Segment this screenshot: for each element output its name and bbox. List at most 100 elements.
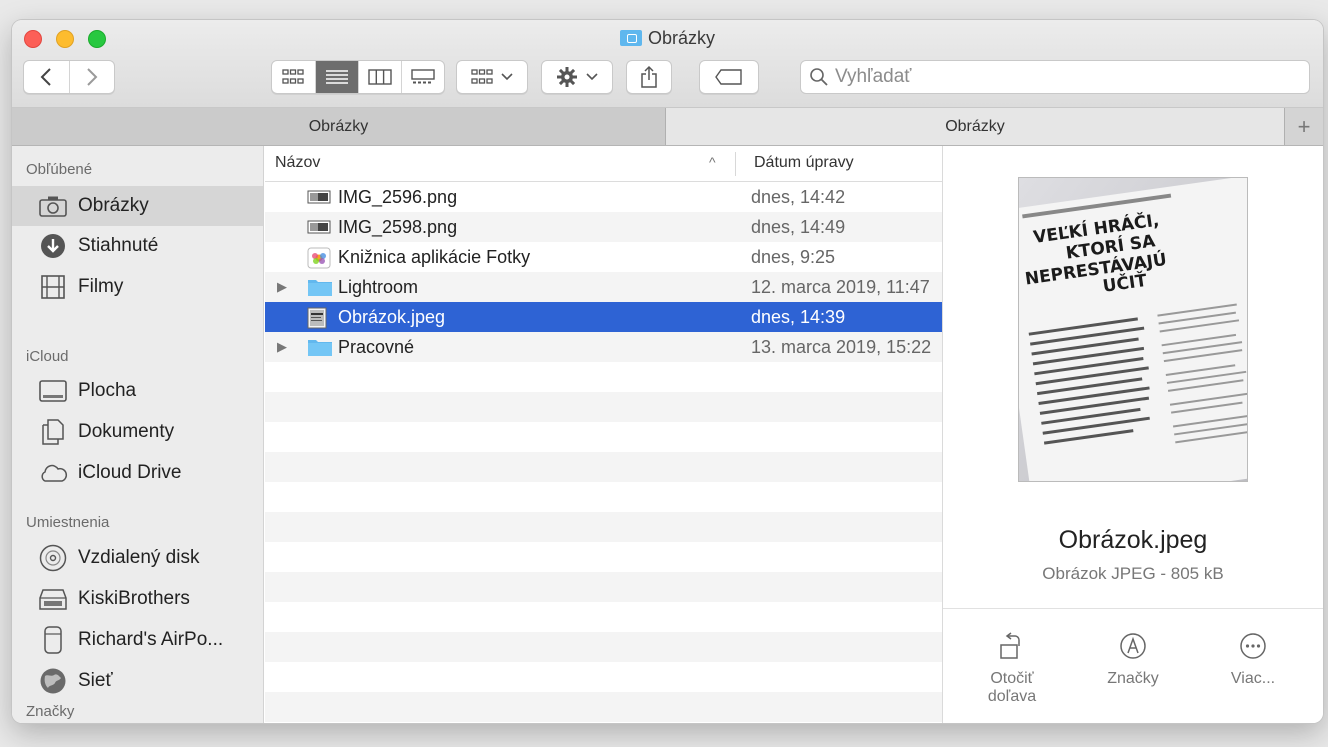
empty-row	[265, 632, 942, 662]
chevron-down-icon	[501, 73, 513, 81]
tab-label: Obrázky	[308, 117, 369, 135]
sort-ascending-icon: ^	[709, 154, 716, 170]
tag-button[interactable]	[699, 60, 759, 94]
empty-row	[265, 392, 942, 422]
sidebar-section-icloud: iCloud	[26, 348, 69, 365]
empty-row	[265, 422, 942, 452]
search-input[interactable]	[835, 66, 1295, 88]
search-field[interactable]	[800, 60, 1310, 94]
grid-icon	[282, 69, 305, 84]
more-button[interactable]: Viac...	[1198, 630, 1308, 688]
sidebar-item-label: Stiahnuté	[78, 235, 159, 256]
finder-window: Obrázky Vyhľadať Obrázky Obrázky + Obľúb…	[12, 20, 1323, 723]
sidebar: Obľúbené Obrázky Stiahnuté Filmy iCloud …	[12, 146, 264, 723]
photos-library-icon	[307, 247, 331, 269]
plus-icon: +	[1297, 113, 1311, 139]
cloud-icon	[38, 459, 68, 487]
file-date: 12. marca 2019, 11:47	[751, 276, 930, 297]
sidebar-item-label: Obrázky	[78, 195, 149, 216]
empty-row	[265, 452, 942, 482]
window-title-text: Obrázky	[647, 28, 716, 48]
disclosure-triangle-icon[interactable]: ▶	[277, 339, 287, 355]
group-by-button[interactable]	[456, 60, 528, 94]
grid-icon	[471, 69, 493, 84]
share-button[interactable]	[626, 60, 672, 94]
toolbar: Obrázky	[12, 20, 1323, 108]
sidebar-item-label: iCloud Drive	[78, 462, 182, 483]
sidebar-item-label: Dokumenty	[78, 421, 175, 442]
column-view-button[interactable]	[357, 61, 401, 93]
tag-icon	[715, 69, 742, 85]
image-file-icon	[307, 187, 331, 207]
document-icon	[38, 418, 68, 446]
sidebar-item-remote-disc[interactable]: Vzdialený disk	[26, 538, 264, 578]
table-row[interactable]: IMG_2598.png dnes, 14:49	[265, 212, 942, 242]
empty-row	[265, 662, 942, 692]
file-rows: IMG_2596.png dnes, 14:42 IMG_2598.png dnes,…	[265, 182, 942, 722]
table-row[interactable]: Knižnica aplikácie Fotky dnes, 9:25	[265, 242, 942, 272]
column-header-name[interactable]: Názov	[275, 154, 320, 172]
file-name: IMG_2598.png	[338, 216, 458, 237]
sidebar-item-desktop[interactable]: Plocha	[26, 371, 264, 411]
sidebar-item-documents[interactable]: Dokumenty	[26, 412, 264, 452]
file-name: Pracovné	[338, 336, 415, 357]
sidebar-item-label: Sieť	[78, 670, 113, 691]
file-list: Názov ^ Dátum úpravy IMG_2596.png dnes, 1…	[265, 146, 942, 723]
sidebar-section-favorites: Obľúbené	[26, 161, 93, 178]
action-button[interactable]	[541, 60, 613, 94]
table-row[interactable]: Obrázok.jpeg dnes, 14:39	[265, 302, 942, 332]
rotate-left-button[interactable]: Otočiť doľava	[957, 630, 1067, 706]
disc-icon	[38, 544, 68, 572]
icon-view-button[interactable]	[272, 61, 315, 93]
film-icon	[38, 273, 68, 301]
table-row[interactable]: IMG_2596.png dnes, 14:42	[265, 182, 942, 212]
list-header: Názov ^ Dátum úpravy	[265, 146, 942, 182]
image-file-icon	[307, 217, 331, 237]
list-view-button[interactable]	[314, 61, 358, 93]
navigation-buttons	[23, 60, 115, 94]
back-button[interactable]	[24, 61, 69, 93]
column-divider[interactable]	[735, 152, 736, 176]
disclosure-triangle-icon[interactable]: ▶	[277, 279, 287, 295]
table-row[interactable]: ▶ Pracovné 13. marca 2019, 15:22	[265, 332, 942, 362]
rotate-label-2: doľava	[987, 688, 1037, 705]
sidebar-item-pictures[interactable]: Obrázky	[12, 186, 263, 226]
window-title: Obrázky	[12, 28, 1323, 49]
airpods-case-icon	[38, 626, 68, 654]
globe-icon	[38, 667, 68, 695]
gear-icon	[557, 67, 577, 87]
columns-icon	[368, 69, 392, 85]
chevron-left-icon	[41, 68, 52, 86]
sidebar-item-label: Vzdialený disk	[78, 547, 200, 568]
preview-filename: Obrázok.jpeg	[1058, 526, 1208, 554]
sidebar-item-airpods[interactable]: Richard's AirPo...	[26, 620, 264, 660]
file-name: Obrázok.jpeg	[338, 306, 446, 327]
file-name: Knižnica aplikácie Fotky	[338, 246, 531, 267]
image-thumbnail: VEĽKÍ HRÁČI, KTORÍ SA NEPRESTÁVAJÚ UČIŤ	[1018, 177, 1248, 482]
sidebar-item-label: Plocha	[78, 380, 137, 401]
gallery-view-button[interactable]	[400, 61, 444, 93]
desktop-icon	[38, 377, 68, 405]
sidebar-item-label: Richard's AirPo...	[78, 629, 224, 650]
forward-button[interactable]	[68, 61, 114, 93]
empty-row	[265, 362, 942, 392]
tab-obrazky-2[interactable]: Obrázky	[666, 108, 1284, 145]
new-tab-button[interactable]: +	[1284, 108, 1323, 145]
sidebar-item-network[interactable]: Sieť	[26, 661, 264, 701]
tab-bar: Obrázky Obrázky +	[12, 108, 1323, 146]
sidebar-item-downloads[interactable]: Stiahnuté	[26, 226, 264, 266]
share-icon	[641, 65, 657, 88]
preview-divider	[943, 608, 1323, 609]
sidebar-item-kiskibrothers[interactable]: KiskiBrothers	[26, 579, 264, 619]
table-row[interactable]: ▶ Lightroom 12. marca 2019, 11:47	[265, 272, 942, 302]
pictures-folder-icon	[619, 30, 642, 46]
sidebar-item-icloud-drive[interactable]: iCloud Drive	[26, 453, 264, 493]
tab-obrazky-1[interactable]: Obrázky	[12, 108, 666, 145]
markup-button[interactable]: Značky	[1078, 630, 1188, 688]
column-header-date[interactable]: Dátum úpravy	[754, 154, 854, 172]
sidebar-item-movies[interactable]: Filmy	[26, 267, 264, 307]
more-label: Viac...	[1230, 670, 1276, 687]
sidebar-item-label: KiskiBrothers	[78, 588, 190, 609]
more-icon	[1198, 630, 1308, 662]
camera-icon	[38, 192, 68, 220]
